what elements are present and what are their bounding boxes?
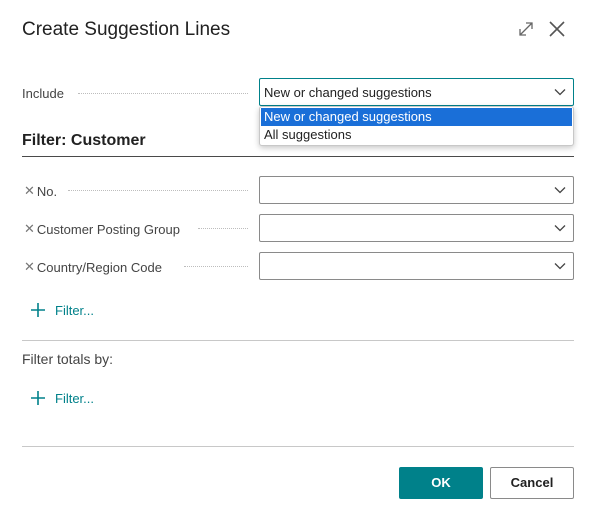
dialog-title: Create Suggestion Lines [22, 19, 231, 40]
cancel-button[interactable]: Cancel [490, 467, 574, 499]
divider [22, 340, 574, 341]
chevron-down-icon [554, 187, 566, 194]
no-filter-select[interactable] [259, 176, 574, 204]
section-divider [22, 156, 574, 157]
dropdown-option-new-or-changed[interactable]: New or changed suggestions [261, 108, 572, 126]
add-totals-filter-link[interactable]: Filter... [30, 390, 94, 406]
country-region-code-select[interactable] [259, 252, 574, 280]
plus-icon [31, 303, 45, 317]
filter-totals-label: Filter totals by: [22, 351, 114, 367]
filter-field-country-region-code: ✕ Country/Region Code [24, 259, 162, 275]
filter-field-label: No. [36, 183, 58, 199]
leader-dots [68, 190, 248, 191]
remove-filter-icon[interactable]: ✕ [24, 183, 35, 199]
customer-posting-group-select[interactable] [259, 214, 574, 242]
add-totals-filter-label: Filter... [55, 390, 95, 406]
leader-dots [198, 228, 248, 229]
include-label: Include [22, 86, 64, 101]
leader-dots [184, 266, 248, 267]
ok-button[interactable]: OK [399, 467, 483, 499]
chevron-down-icon [554, 89, 566, 96]
filter-customer-heading: Filter: Customer [22, 132, 146, 149]
filter-field-customer-posting-group: ✕ Customer Posting Group [24, 221, 180, 237]
filter-field-no: ✕ No. [24, 183, 57, 199]
footer-divider [22, 446, 574, 447]
dropdown-option-all[interactable]: All suggestions [261, 126, 572, 144]
chevron-down-icon [554, 225, 566, 232]
close-icon[interactable] [546, 18, 568, 40]
expand-icon[interactable] [515, 18, 537, 40]
filter-field-label: Customer Posting Group [36, 221, 180, 237]
add-filter-label: Filter... [55, 302, 95, 318]
filter-field-label: Country/Region Code [36, 259, 162, 275]
include-select[interactable]: New or changed suggestions [259, 78, 574, 106]
add-filter-link[interactable]: Filter... [30, 302, 94, 318]
remove-filter-icon[interactable]: ✕ [24, 259, 35, 275]
include-dropdown-list: New or changed suggestions All suggestio… [259, 106, 574, 146]
include-select-value: New or changed suggestions [264, 85, 432, 100]
include-label-text: Include [22, 86, 64, 101]
plus-icon [31, 391, 45, 405]
remove-filter-icon[interactable]: ✕ [24, 221, 35, 237]
chevron-down-icon [554, 263, 566, 270]
leader-dots [78, 93, 248, 94]
